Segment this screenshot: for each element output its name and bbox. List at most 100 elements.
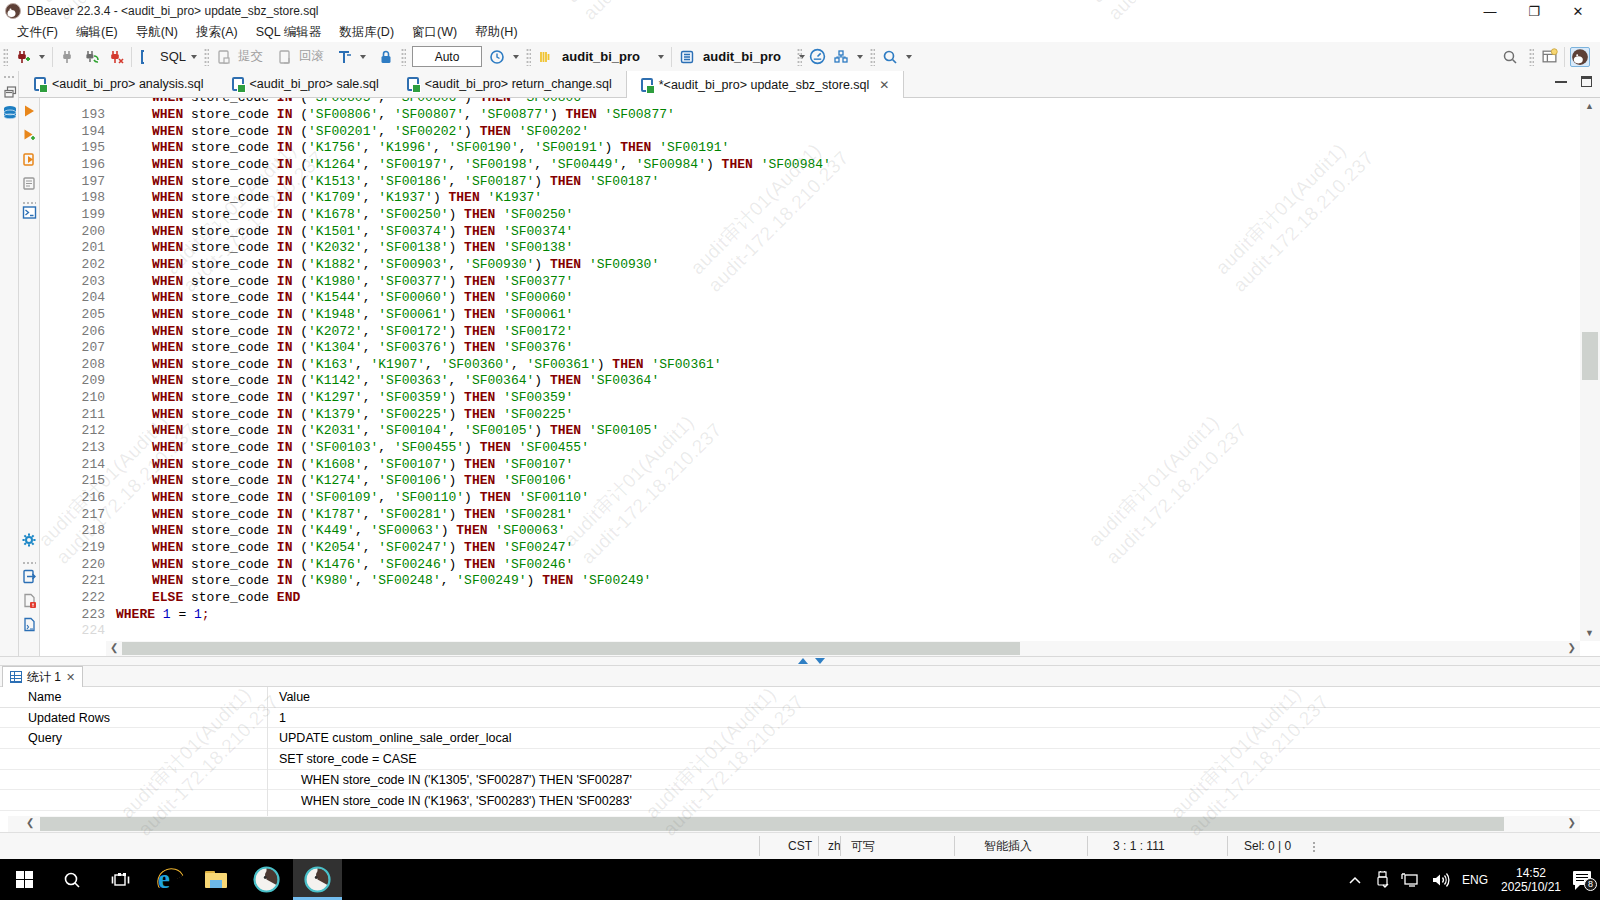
statistics-table: Name Value Updated Rows1QueryUPDATE cust… <box>0 687 1600 816</box>
editor-hscroll-left-arrow[interactable]: ❮ <box>110 642 118 653</box>
minimize-view-icon[interactable] <box>1555 78 1567 83</box>
history-icon[interactable] <box>487 47 507 67</box>
menu-bar: 文件(F)编辑(E)导航(N)搜索(A)SQL 编辑器数据库(D)窗口(W)帮助… <box>0 22 1600 42</box>
lock-icon[interactable] <box>376 47 396 67</box>
connection-combo-label[interactable]: audit_bi_pro <box>562 49 640 64</box>
menu-7[interactable]: 帮助(H) <box>466 24 526 41</box>
task-view-icon[interactable] <box>104 859 136 900</box>
dbeaver-taskbar-active-button[interactable] <box>293 859 342 900</box>
file-explorer-icon[interactable] <box>200 859 232 900</box>
stat-row-4[interactable]: WHEN store_code IN ('K1963', 'SF00283') … <box>0 791 1600 812</box>
disconnect-icon[interactable] <box>106 47 126 67</box>
taskbar-search-icon[interactable] <box>56 859 88 900</box>
minimize-button[interactable]: — <box>1468 0 1512 22</box>
results-hscroll-right-arrow[interactable]: ❯ <box>1568 817 1576 828</box>
explain-plan-icon[interactable] <box>21 175 37 191</box>
editor-tab-0[interactable]: <audit_bi_pro> analysis.sql <box>20 71 218 97</box>
settings-gear-icon[interactable] <box>21 532 37 548</box>
sash-down-arrow[interactable] <box>815 658 825 664</box>
internet-explorer-icon[interactable]: e <box>152 859 184 900</box>
stat-row-0[interactable]: Updated Rows1 <box>0 708 1600 729</box>
history-dropdown[interactable] <box>513 55 519 59</box>
sql-editor[interactable]: WHEN store_code IN ('SF00805', 'SF00806'… <box>40 98 1580 641</box>
search-icon[interactable] <box>880 47 900 67</box>
stat-row-1[interactable]: QueryUPDATE custom_online_sale_order_loc… <box>0 728 1600 749</box>
output-file-icon[interactable] <box>21 616 37 632</box>
database-navigator-icon[interactable] <box>2 105 18 121</box>
menu-3[interactable]: 搜索(A) <box>187 24 247 41</box>
results-hscroll-thumb[interactable] <box>40 817 1504 831</box>
stat-row-3[interactable]: WHEN store_code IN ('K1305', 'SF00287') … <box>0 770 1600 791</box>
dbeaver-perspective-icon[interactable] <box>1570 47 1590 67</box>
tray-expand-icon[interactable] <box>1341 859 1369 900</box>
quick-access-search-icon[interactable] <box>1500 47 1520 67</box>
sash-up-arrow[interactable] <box>798 658 808 664</box>
transaction-mode-icon[interactable] <box>334 47 354 67</box>
col-header-value: Value <box>279 687 310 708</box>
menu-4[interactable]: SQL 编辑器 <box>247 24 331 41</box>
plugins-dropdown[interactable] <box>857 55 863 59</box>
restore-view-icon[interactable] <box>1581 76 1592 87</box>
editor-tab-3[interactable]: *<audit_bi_pro> update_sbz_store.sql✕ <box>626 71 905 98</box>
usb-tray-icon[interactable] <box>1369 859 1395 900</box>
editor-tab-1[interactable]: <audit_bi_pro> sale.sql <box>218 71 393 97</box>
editor-hscroll-thumb[interactable] <box>122 642 1020 655</box>
execute-script-icon[interactable] <box>21 151 37 167</box>
results-hscrollbar[interactable]: ❮ ❯ <box>8 816 1580 832</box>
connect-icon[interactable] <box>58 47 78 67</box>
plugins-icon[interactable] <box>831 47 851 67</box>
editor-tab-bar: <audit_bi_pro> analysis.sql<audit_bi_pro… <box>0 71 1600 98</box>
connection-color-icon <box>536 47 556 67</box>
editor-hscrollbar[interactable]: ❮ ❯ <box>106 641 1580 656</box>
restore-panel-icon[interactable] <box>2 83 18 99</box>
transaction-dropdown[interactable] <box>360 55 366 59</box>
stat-row-2[interactable]: SET store_code = CASE <box>0 749 1600 770</box>
editor-vscroll-down-arrow[interactable]: ▼ <box>1585 628 1594 638</box>
execute-statement-icon[interactable] <box>21 103 37 119</box>
action-center-icon[interactable]: 8 <box>1566 859 1600 900</box>
schema-combo-label[interactable]: audit_bi_pro <box>703 49 781 64</box>
commit-icon[interactable] <box>214 47 234 67</box>
sql-editor-icon[interactable] <box>137 47 157 67</box>
editor-left-toolbar <box>19 98 40 658</box>
language-indicator[interactable]: ENG <box>1458 859 1492 900</box>
results-hscroll-left-arrow[interactable]: ❮ <box>26 817 34 828</box>
editor-results-sash[interactable] <box>0 656 1600 666</box>
menu-1[interactable]: 编辑(E) <box>67 24 127 41</box>
perspective-icon[interactable] <box>1539 47 1559 67</box>
tab-close-icon[interactable]: ✕ <box>879 78 889 92</box>
new-connection-icon[interactable] <box>13 47 33 67</box>
menu-6[interactable]: 窗口(W) <box>403 24 466 41</box>
editor-vscroll-up-arrow[interactable]: ▲ <box>1585 101 1594 111</box>
editor-hscroll-right-arrow[interactable]: ❯ <box>1568 642 1576 653</box>
search-dropdown[interactable] <box>906 55 912 59</box>
volume-tray-icon[interactable] <box>1426 859 1456 900</box>
sql-file-tab-icon <box>641 78 653 92</box>
menu-5[interactable]: 数据库(D) <box>330 24 403 41</box>
tab-statistics[interactable]: 统计 1 ✕ <box>2 666 83 687</box>
export-result-icon[interactable] <box>21 568 37 584</box>
sql-file-icon[interactable] <box>21 592 37 608</box>
rollback-icon[interactable] <box>275 47 295 67</box>
statistics-tab-close-icon[interactable]: ✕ <box>66 671 75 684</box>
sql-dropdown[interactable] <box>191 55 197 59</box>
restore-button[interactable]: ❐ <box>1512 0 1556 22</box>
window-title: DBeaver 22.3.4 - <audit_bi_pro> update_s… <box>27 4 319 18</box>
menu-2[interactable]: 导航(N) <box>127 24 187 41</box>
connection-combo-dropdown[interactable] <box>658 55 664 59</box>
commit-mode-combo[interactable]: Auto <box>412 46 482 67</box>
reconnect-icon[interactable] <box>82 47 102 67</box>
dbeaver-taskbar-icon[interactable] <box>248 859 284 900</box>
editor-vscrollbar[interactable]: ▲ ▼ <box>1580 98 1600 641</box>
taskbar-clock[interactable]: 14:52 2025/10/21 <box>1492 859 1570 900</box>
editor-tab-2[interactable]: <audit_bi_pro> return_change.sql <box>393 71 626 97</box>
close-button[interactable]: ✕ <box>1556 0 1600 22</box>
new-connection-dropdown[interactable] <box>39 55 45 59</box>
editor-vscroll-thumb[interactable] <box>1582 332 1598 380</box>
console-icon[interactable] <box>21 204 37 220</box>
execute-new-tab-icon[interactable] <box>21 127 37 143</box>
menu-0[interactable]: 文件(F) <box>8 24 67 41</box>
dashboard-icon[interactable] <box>807 47 827 67</box>
network-tray-icon[interactable] <box>1395 859 1425 900</box>
start-button[interactable] <box>8 859 40 900</box>
